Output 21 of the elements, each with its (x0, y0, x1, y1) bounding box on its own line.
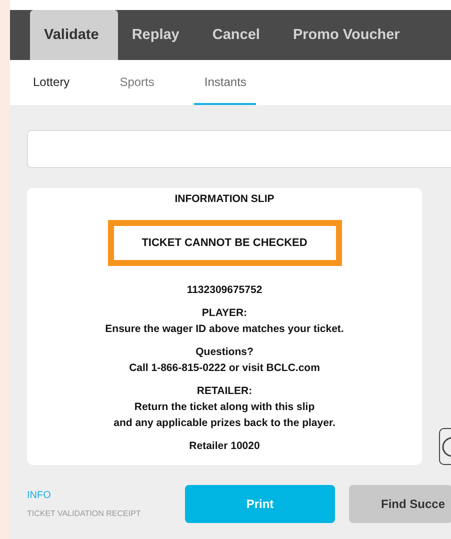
slip-text: INFORMATION SLIP (174, 192, 274, 207)
tab[interactable]: Promo Voucher (278, 10, 419, 60)
slip-text: Questions? (196, 345, 254, 360)
slip-text: PLAYER: (202, 306, 248, 321)
slip-text: 1132309675752 (186, 283, 262, 298)
slip-text: Call 1-866-815-0222 or visit BCLC.com (129, 361, 320, 376)
tab[interactable]: Replay (118, 10, 198, 60)
sub-tab[interactable]: Sports (110, 60, 164, 105)
find-button[interactable]: Find Succe (349, 485, 451, 523)
sub-tab[interactable]: Lottery (23, 60, 80, 105)
slip-text: Retailer 10020 (189, 439, 260, 454)
slip-text: RETAILER: (196, 384, 252, 399)
input-field[interactable] (27, 130, 451, 168)
receipt-caption: TICKET VALIDATION RECEIPT (27, 509, 142, 518)
slip-text: and any applicable prizes back to the player. (114, 416, 336, 431)
tab[interactable]: Cancel (198, 10, 279, 60)
alert-box: TICKET CANNOT BE CHECKED (108, 220, 342, 266)
tab[interactable]: Validate (30, 10, 118, 60)
slip-text: Ensure the wager ID above matches your ticket. (105, 322, 344, 337)
slip-text: Return the ticket along with this slip (134, 400, 315, 415)
info-label: INFO (27, 490, 52, 501)
